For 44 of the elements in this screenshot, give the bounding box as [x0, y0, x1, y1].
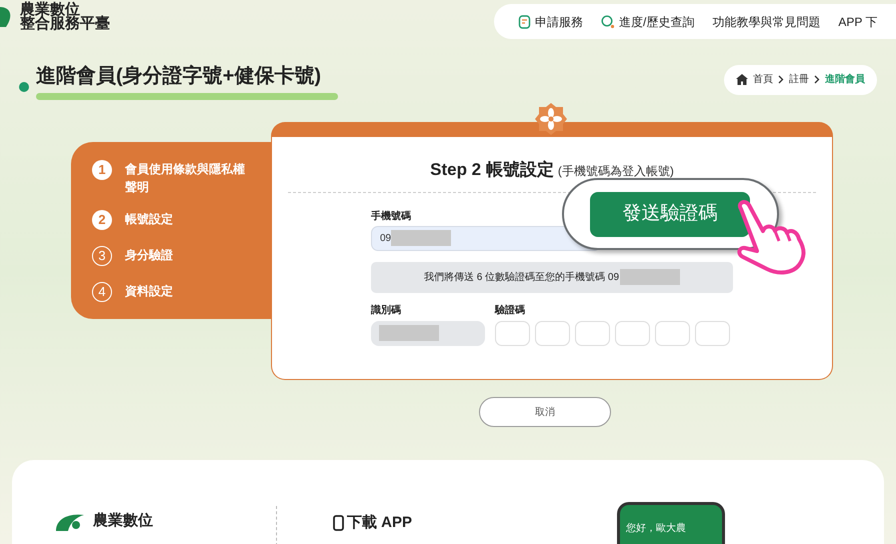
notice-text: 我們將傳送 6 位數驗證碼至您的手機號碼 09	[424, 270, 620, 284]
send-code-button[interactable]: 發送驗證碼	[590, 192, 750, 236]
page-title: 進階會員(身分證字號+健保卡號)	[36, 64, 322, 89]
step-label: 資料設定	[125, 283, 174, 300]
step-title: Step 2 帳號設定	[430, 159, 554, 181]
footer-logo-text: 農業數位	[93, 511, 153, 531]
cancel-button[interactable]: 取消	[479, 397, 611, 427]
field-label: 驗證碼	[495, 304, 526, 318]
redaction-block	[620, 269, 680, 285]
chevron-icon	[778, 75, 784, 84]
step-label: 會員使用條款與隱私權聲明	[125, 161, 246, 196]
home-icon	[736, 74, 748, 85]
chevron-icon	[814, 75, 820, 84]
logo-text: 整合服務平臺	[20, 17, 110, 31]
field-label: 識別碼	[371, 304, 402, 318]
code-digit-field[interactable]	[655, 320, 690, 346]
app-greeting-text: 您好，歐大農	[626, 523, 686, 534]
nav-link[interactable]: APP 下	[838, 12, 878, 30]
nav-link[interactable]: 進度/歷史查詢	[601, 12, 694, 30]
phone-icon	[333, 515, 344, 532]
step-label: 身分驗證	[125, 247, 174, 264]
step-number: 4	[92, 282, 112, 302]
download-title: 下載 APP	[347, 513, 412, 533]
nav-link[interactable]: 功能教學與常見問題	[712, 12, 820, 30]
step-subtitle: (手機號碼為登入帳號)	[558, 163, 674, 180]
document-icon	[518, 14, 531, 28]
field-label: 手機號碼	[371, 210, 411, 224]
code-digit-field[interactable]	[495, 320, 530, 346]
breadcrumb-link[interactable]: 首頁	[753, 72, 773, 87]
step-number: 3	[92, 246, 112, 266]
step-number: 1	[92, 160, 112, 180]
breadcrumb-link[interactable]: 註冊	[789, 72, 809, 87]
redaction-block	[391, 230, 452, 246]
step-number: 2	[92, 210, 112, 230]
redaction-block	[379, 325, 439, 341]
breadcrumb-link[interactable]: 進階會員	[825, 72, 865, 87]
nav-link[interactable]: 申請服務	[518, 12, 583, 30]
logo-text: 農業數位	[20, 3, 80, 17]
search-icon	[601, 14, 615, 28]
code-digit-field[interactable]	[535, 320, 570, 346]
code-digit-field[interactable]	[695, 320, 730, 346]
code-digit-field[interactable]	[575, 320, 610, 346]
code-digit-field[interactable]	[615, 320, 650, 346]
step-label: 帳號設定	[125, 211, 174, 228]
